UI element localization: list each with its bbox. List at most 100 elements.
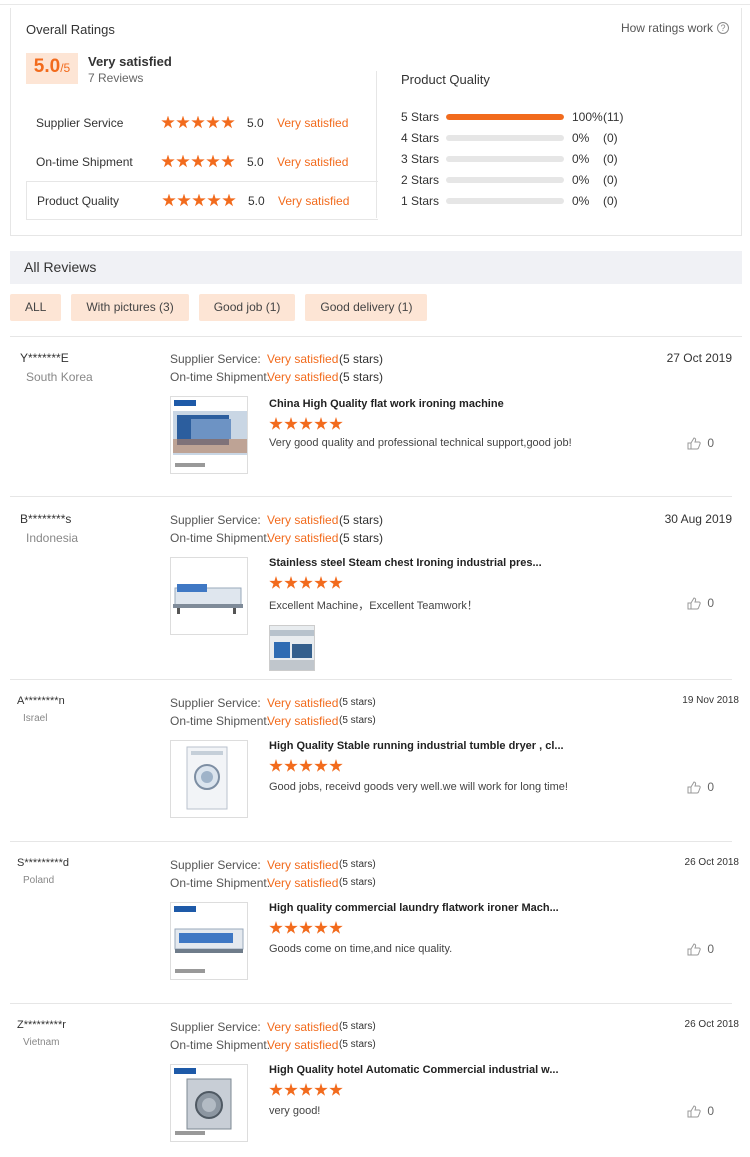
review-item: A********n Israel Supplier Service: Very… [10, 695, 739, 842]
ontime-shipment-stars: (5 stars) [339, 370, 384, 384]
ontime-shipment-label: On-time Shipment: [170, 876, 271, 890]
filter-good-job[interactable]: Good job (1) [198, 294, 296, 321]
supplier-service-label: Supplier Service: [170, 858, 261, 872]
review-item: Y*******E South Korea Supplier Service: … [10, 351, 732, 497]
supplier-service-stars: (5 stars) [339, 697, 376, 708]
product-thumbnail[interactable] [170, 396, 248, 474]
review-photo[interactable] [269, 625, 315, 671]
top-divider [0, 4, 750, 5]
product-thumbnail[interactable] [170, 902, 248, 980]
review-text: Good jobs, receivd goods very well.we wi… [269, 781, 568, 793]
thumbs-up-icon [687, 1104, 702, 1117]
sub-rating-score: 5.0 [248, 193, 265, 208]
ontime-shipment-value: Very satisfied [267, 876, 339, 890]
reviews-count: 7 Reviews [88, 71, 144, 85]
like-button[interactable]: 0 [687, 436, 714, 450]
ontime-shipment-label: On-time Shipment: [170, 531, 271, 545]
vertical-divider [376, 71, 377, 218]
product-title[interactable]: China High Quality flat work ironing mac… [269, 398, 504, 410]
ontime-shipment-label: On-time Shipment: [170, 714, 271, 728]
star-bar-percent: 0% [572, 151, 590, 166]
reviewer-country: Israel [23, 713, 48, 724]
sub-rating-supplier-service[interactable]: Supplier Service 5.0 Very satisfied [26, 103, 378, 142]
sub-rating-label: Supplier Service [36, 115, 124, 130]
product-star-rating [269, 759, 343, 773]
star-bar-label: 2 Stars [401, 172, 440, 187]
review-text: very good! [269, 1105, 321, 1117]
like-button[interactable]: 0 [687, 596, 714, 610]
ontime-shipment-stars: (5 stars) [339, 877, 376, 888]
supplier-service-label: Supplier Service: [170, 696, 261, 710]
star-bar-row: 2 Stars 0% (0) [401, 169, 731, 190]
star-icon [161, 115, 175, 129]
sub-rating-satisfaction: Very satisfied [278, 193, 350, 208]
star-bar-count: (0) [603, 151, 618, 166]
star-bar-percent: 0% [572, 172, 590, 187]
sub-rating-ontime-shipment[interactable]: On-time Shipment 5.0 Very satisfied [26, 142, 378, 181]
supplier-service-value: Very satisfied [267, 1020, 339, 1034]
star-bar-label: 4 Stars [401, 130, 440, 145]
star-icon [329, 1083, 343, 1096]
supplier-service-stars: (5 stars) [339, 1021, 376, 1032]
star-icon [162, 193, 176, 207]
star-icon [177, 193, 191, 207]
factory-photo-image [270, 626, 314, 670]
review-text: Very good quality and professional techn… [269, 437, 572, 449]
product-star-rating [269, 576, 343, 590]
supplier-service-value: Very satisfied [267, 352, 339, 366]
product-title[interactable]: High Quality Stable running industrial t… [269, 740, 564, 752]
filter-with-pictures[interactable]: With pictures (3) [71, 294, 189, 321]
star-icon [284, 1083, 298, 1096]
ironer-press-image [173, 584, 243, 614]
star-icon [192, 193, 206, 207]
like-count: 0 [707, 436, 714, 450]
overall-satisfaction: Very satisfied [88, 54, 172, 69]
star-rating [161, 154, 235, 169]
star-bar-count: (0) [603, 193, 618, 208]
reviewer-name: S*********d [17, 857, 69, 869]
like-button[interactable]: 0 [687, 1104, 714, 1118]
supplier-service-stars: (5 stars) [339, 352, 384, 366]
star-icon [206, 115, 220, 129]
ontime-shipment-value: Very satisfied [267, 1038, 339, 1052]
ontime-shipment-value: Very satisfied [267, 531, 339, 545]
filter-all[interactable]: ALL [10, 294, 62, 321]
reviews-divider [10, 336, 742, 337]
star-bar-label: 1 Stars [401, 193, 440, 208]
review-date: 26 Oct 2018 [684, 857, 739, 868]
review-date: 27 Oct 2019 [666, 351, 732, 365]
like-count: 0 [707, 942, 714, 956]
how-ratings-work-link[interactable]: How ratings work ? [621, 21, 729, 35]
product-thumbnail[interactable] [170, 1064, 248, 1142]
star-icon [314, 921, 328, 934]
review-text: Excellent Machine，Excellent Teamwork！ [269, 600, 478, 612]
star-icon [176, 154, 190, 168]
reviewer-name: B********s [20, 512, 72, 526]
star-bar-count: (0) [603, 130, 618, 145]
star-rating [161, 115, 235, 130]
supplier-service-label: Supplier Service: [170, 513, 261, 527]
thumbs-up-icon [687, 942, 702, 955]
product-quality-breakdown: Product Quality 5 Stars 100% (11) 4 Star… [401, 72, 731, 211]
star-bar-count: (11) [603, 109, 624, 124]
like-button[interactable]: 0 [687, 780, 714, 794]
sub-rating-satisfaction: Very satisfied [277, 115, 349, 130]
product-title[interactable]: High quality commercial laundry flatwork… [269, 902, 559, 914]
product-title[interactable]: Stainless steel Steam chest Ironing indu… [269, 557, 542, 569]
reviewer-name: Y*******E [20, 351, 69, 365]
star-bar-track [446, 176, 564, 183]
product-star-rating [269, 417, 343, 431]
review-date: 19 Nov 2018 [682, 695, 739, 706]
product-thumbnail[interactable] [170, 740, 248, 818]
product-thumbnail[interactable] [170, 557, 248, 635]
like-count: 0 [707, 596, 714, 610]
reviewer-country: Indonesia [26, 531, 79, 545]
star-bar-label: 3 Stars [401, 151, 440, 166]
sub-rating-label: Product Quality [37, 193, 120, 208]
sub-rating-product-quality[interactable]: Product Quality 5.0 Very satisfied [26, 181, 378, 220]
ontime-shipment-stars: (5 stars) [339, 1039, 376, 1050]
help-icon: ? [717, 22, 729, 34]
product-title[interactable]: High Quality hotel Automatic Commercial … [269, 1064, 559, 1076]
filter-good-delivery[interactable]: Good delivery (1) [305, 294, 428, 321]
like-button[interactable]: 0 [687, 942, 714, 956]
